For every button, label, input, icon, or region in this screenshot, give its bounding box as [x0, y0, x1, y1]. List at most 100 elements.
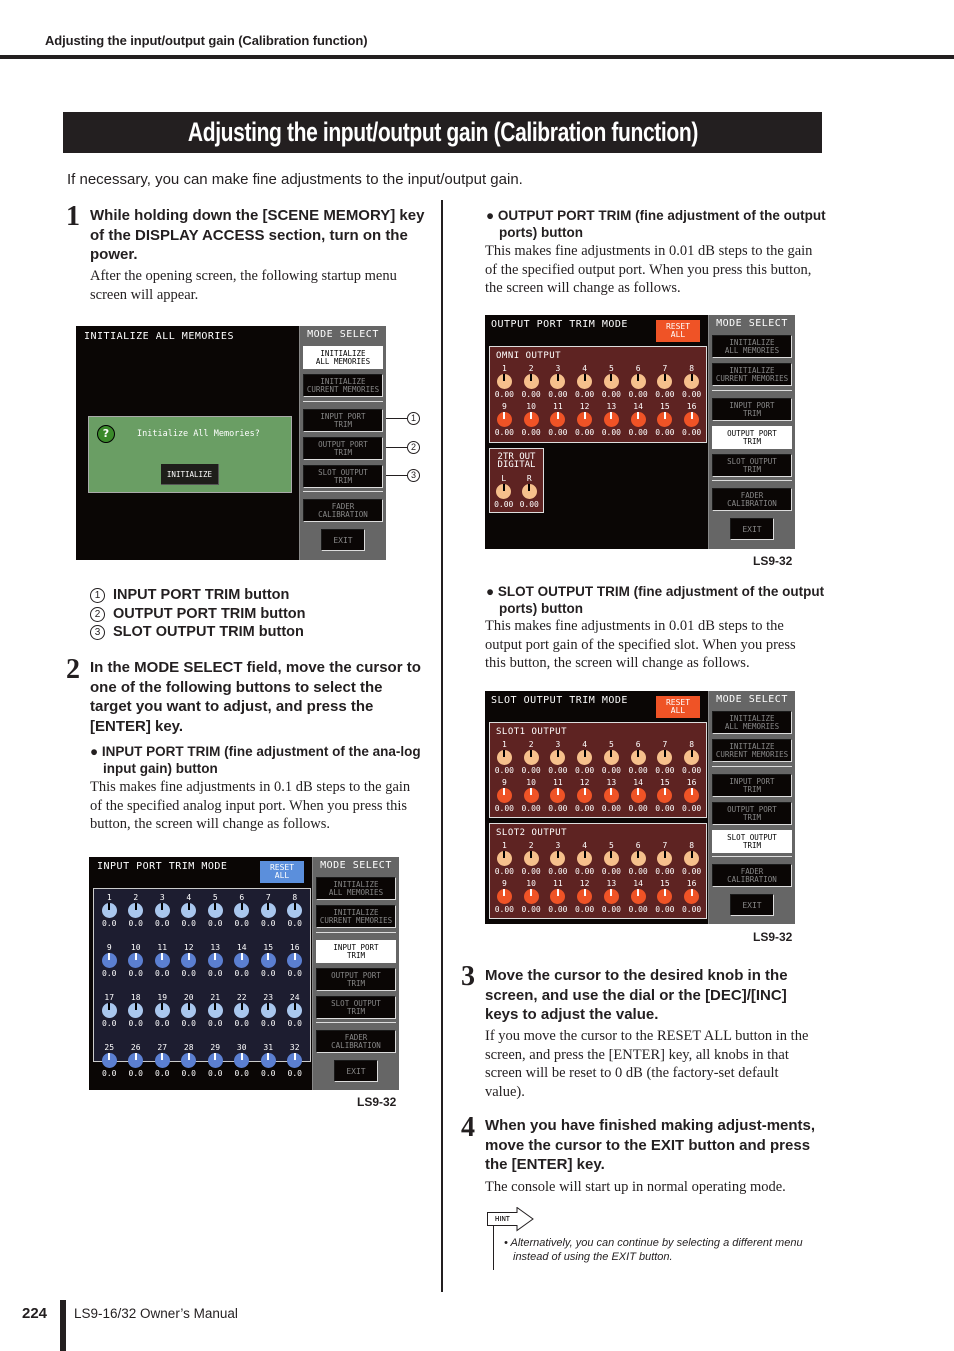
mode-button-output-port-trim[interactable]: OUTPUT PORT TRIM: [712, 802, 792, 825]
trim-knob[interactable]: 10 0.00: [518, 778, 545, 813]
mode-button-fader-calibration[interactable]: FADER CALIBRATION: [712, 864, 792, 887]
mode-button-output-port-trim[interactable]: OUTPUT PORT TRIM: [303, 437, 383, 460]
trim-knob[interactable]: 27 0.0: [149, 1043, 176, 1078]
trim-knob[interactable]: 1 0.00: [491, 841, 518, 876]
knob-dial-icon[interactable]: [657, 851, 673, 866]
mode-button-output-port-trim[interactable]: OUTPUT PORT TRIM: [316, 968, 396, 991]
trim-knob[interactable]: 4 0.00: [571, 364, 598, 399]
trim-knob[interactable]: 1 0.0: [96, 893, 123, 928]
knob-dial-icon[interactable]: [496, 412, 512, 427]
knob-dial-icon[interactable]: [521, 484, 537, 499]
knob-dial-icon[interactable]: [496, 750, 512, 765]
trim-knob[interactable]: 13 0.00: [598, 402, 625, 437]
knob-dial-icon[interactable]: [181, 903, 197, 918]
knob-dial-icon[interactable]: [234, 953, 250, 968]
trim-knob[interactable]: 11 0.00: [545, 879, 572, 914]
knob-dial-icon[interactable]: [603, 851, 619, 866]
trim-knob[interactable]: 12 0.0: [176, 943, 203, 978]
knob-dial-icon[interactable]: [181, 1053, 197, 1068]
trim-knob[interactable]: 13 0.00: [598, 778, 625, 813]
mode-button-initialize-current-memories[interactable]: INITIALIZE CURRENT MEMORIES: [712, 739, 792, 762]
knob-dial-icon[interactable]: [234, 903, 250, 918]
trim-knob[interactable]: 14 0.00: [625, 402, 652, 437]
trim-knob[interactable]: 9 0.0: [96, 943, 123, 978]
knob-dial-icon[interactable]: [684, 851, 700, 866]
trim-knob[interactable]: 17 0.0: [96, 993, 123, 1028]
mode-button-initialize-all-memories[interactable]: INITIALIZE ALL MEMORIES: [712, 335, 792, 358]
mode-button-fader-calibration[interactable]: FADER CALIBRATION: [712, 488, 792, 511]
mode-button-input-port-trim[interactable]: INPUT PORT TRIM: [303, 409, 383, 432]
knob-dial-icon[interactable]: [101, 903, 117, 918]
knob-dial-icon[interactable]: [287, 1053, 303, 1068]
trim-knob[interactable]: 14 0.0: [229, 943, 256, 978]
knob-dial-icon[interactable]: [207, 903, 223, 918]
knob-dial-icon[interactable]: [684, 412, 700, 427]
knob-dial-icon[interactable]: [496, 788, 512, 803]
trim-knob[interactable]: 4 0.00: [571, 740, 598, 775]
knob-dial-icon[interactable]: [550, 412, 566, 427]
trim-knob[interactable]: 10 0.0: [123, 943, 150, 978]
trim-knob[interactable]: 32 0.0: [282, 1043, 309, 1078]
trim-knob[interactable]: 5 0.00: [598, 364, 625, 399]
knob-dial-icon[interactable]: [630, 889, 646, 904]
knob-dial-icon[interactable]: [523, 788, 539, 803]
trim-knob[interactable]: 9 0.00: [491, 778, 518, 813]
knob-dial-icon[interactable]: [234, 1053, 250, 1068]
trim-knob[interactable]: 7 0.0: [255, 893, 282, 928]
exit-button[interactable]: EXIT: [730, 894, 774, 916]
reset-all-button[interactable]: RESET ALL: [656, 696, 700, 718]
trim-knob[interactable]: 12 0.00: [571, 778, 598, 813]
exit-button[interactable]: EXIT: [321, 529, 365, 551]
knob-dial-icon[interactable]: [154, 903, 170, 918]
trim-knob[interactable]: 10 0.00: [518, 879, 545, 914]
trim-knob[interactable]: 21 0.0: [202, 993, 229, 1028]
knob-dial-icon[interactable]: [630, 412, 646, 427]
trim-knob[interactable]: 12 0.00: [571, 879, 598, 914]
knob-dial-icon[interactable]: [630, 750, 646, 765]
knob-dial-icon[interactable]: [603, 788, 619, 803]
trim-knob[interactable]: 4 0.0: [176, 893, 203, 928]
knob-dial-icon[interactable]: [550, 374, 566, 389]
trim-knob[interactable]: 9 0.00: [491, 402, 518, 437]
trim-knob[interactable]: 16 0.00: [678, 879, 705, 914]
trim-knob[interactable]: 11 0.00: [545, 402, 572, 437]
knob-dial-icon[interactable]: [603, 412, 619, 427]
knob-dial-icon[interactable]: [550, 851, 566, 866]
knob-dial-icon[interactable]: [128, 953, 144, 968]
reset-all-button[interactable]: RESET ALL: [656, 320, 700, 342]
knob-dial-icon[interactable]: [260, 1053, 276, 1068]
knob-dial-icon[interactable]: [603, 374, 619, 389]
knob-dial-icon[interactable]: [630, 851, 646, 866]
trim-knob[interactable]: 2 0.00: [518, 740, 545, 775]
knob-dial-icon[interactable]: [523, 750, 539, 765]
knob-dial-icon[interactable]: [207, 1053, 223, 1068]
knob-dial-icon[interactable]: [550, 750, 566, 765]
knob-dial-icon[interactable]: [603, 750, 619, 765]
trim-knob[interactable]: 24 0.0: [282, 993, 309, 1028]
trim-knob[interactable]: 6 0.0: [229, 893, 256, 928]
knob-dial-icon[interactable]: [577, 750, 593, 765]
knob-dial-icon[interactable]: [630, 374, 646, 389]
knob-dial-icon[interactable]: [657, 750, 673, 765]
mode-button-initialize-all-memories[interactable]: INITIALIZE ALL MEMORIES: [303, 346, 383, 369]
knob-dial-icon[interactable]: [577, 889, 593, 904]
trim-knob[interactable]: 31 0.0: [255, 1043, 282, 1078]
knob-dial-icon[interactable]: [154, 953, 170, 968]
knob-dial-icon[interactable]: [657, 374, 673, 389]
trim-knob[interactable]: 7 0.00: [652, 740, 679, 775]
mode-button-fader-calibration[interactable]: FADER CALIBRATION: [316, 1030, 396, 1053]
trim-knob[interactable]: 14 0.00: [625, 879, 652, 914]
trim-knob[interactable]: 19 0.0: [149, 993, 176, 1028]
trim-knob[interactable]: 2 0.00: [518, 364, 545, 399]
knob-dial-icon[interactable]: [577, 412, 593, 427]
trim-knob[interactable]: 13 0.00: [598, 879, 625, 914]
trim-knob[interactable]: 7 0.00: [652, 364, 679, 399]
trim-knob[interactable]: 20 0.0: [176, 993, 203, 1028]
mode-button-initialize-current-memories[interactable]: INITIALIZE CURRENT MEMORIES: [316, 905, 396, 928]
trim-knob[interactable]: 13 0.0: [202, 943, 229, 978]
knob-dial-icon[interactable]: [101, 1053, 117, 1068]
mode-button-initialize-all-memories[interactable]: INITIALIZE ALL MEMORIES: [316, 877, 396, 900]
knob-dial-icon[interactable]: [496, 889, 512, 904]
knob-dial-icon[interactable]: [260, 1003, 276, 1018]
knob-dial-icon[interactable]: [154, 1053, 170, 1068]
